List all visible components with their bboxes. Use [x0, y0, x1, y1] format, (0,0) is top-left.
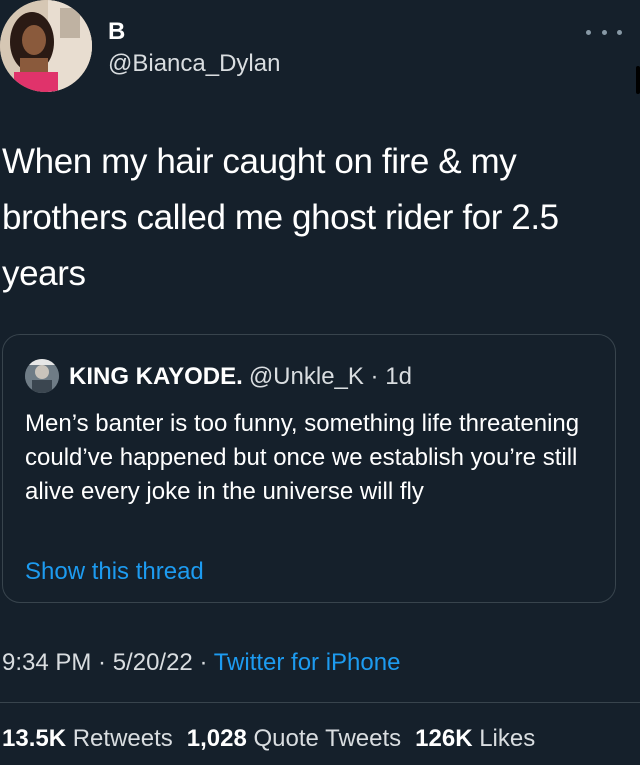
quote-tweets-count: 1,028 — [186, 725, 247, 752]
author-avatar-image — [0, 0, 92, 92]
quote-tweets-label: Quote Tweets — [253, 725, 402, 752]
quoted-tweet-text: Men’s banter is too funny, something lif… — [25, 410, 580, 505]
tweet-detail-view: B @Bianca_Dylan When my hair caught on f… — [0, 0, 640, 765]
divider — [0, 702, 640, 703]
quoted-author-meta: @Unkle_K · 1d — [248, 363, 412, 390]
tweet-text: When my hair caught on fire & my brother… — [2, 142, 559, 293]
retweets-label: Retweets — [72, 725, 173, 752]
tweet-timestamp[interactable]: 9:34 PM · 5/20/22 · — [2, 649, 214, 676]
author-avatar[interactable] — [0, 0, 92, 92]
quoted-tweet-header: KING KAYODE. @Unkle_K · 1d — [69, 362, 412, 392]
retweets-count: 13.5K — [2, 725, 67, 752]
quoted-tweet-card[interactable]: KING KAYODE. @Unkle_K · 1d Men’s banter i… — [2, 334, 616, 603]
more-dot — [617, 29, 622, 35]
retweets-stat[interactable]: 13.5K Retweets — [2, 725, 173, 752]
quoted-author-name[interactable]: KING KAYODE. — [69, 363, 243, 390]
likes-stat[interactable]: 126K Likes — [415, 725, 535, 752]
quoted-author-avatar[interactable] — [25, 359, 59, 393]
quoted-author-avatar-image — [25, 359, 59, 393]
quote-tweets-stat[interactable]: 1,028 Quote Tweets — [187, 725, 401, 752]
more-options-icon[interactable] — [586, 24, 622, 40]
tweet-stats-row: 13.5K Retweets 1,028 Quote Tweets 126K Lik… — [2, 724, 535, 754]
tweet-source-link[interactable]: Twitter for iPhone — [214, 649, 401, 676]
show-thread-link[interactable]: Show this thread — [25, 557, 204, 587]
more-dot — [586, 29, 591, 35]
author-handle[interactable]: @Bianca_Dylan — [108, 50, 280, 78]
more-dot — [601, 29, 607, 35]
likes-count: 126K — [415, 725, 473, 752]
likes-label: Likes — [479, 725, 536, 752]
author-display-name[interactable]: B — [108, 18, 125, 46]
tweet-meta-row: 9:34 PM · 5/20/22 · Twitter for iPhone — [2, 648, 400, 678]
screen-edge-indicator — [636, 66, 640, 94]
